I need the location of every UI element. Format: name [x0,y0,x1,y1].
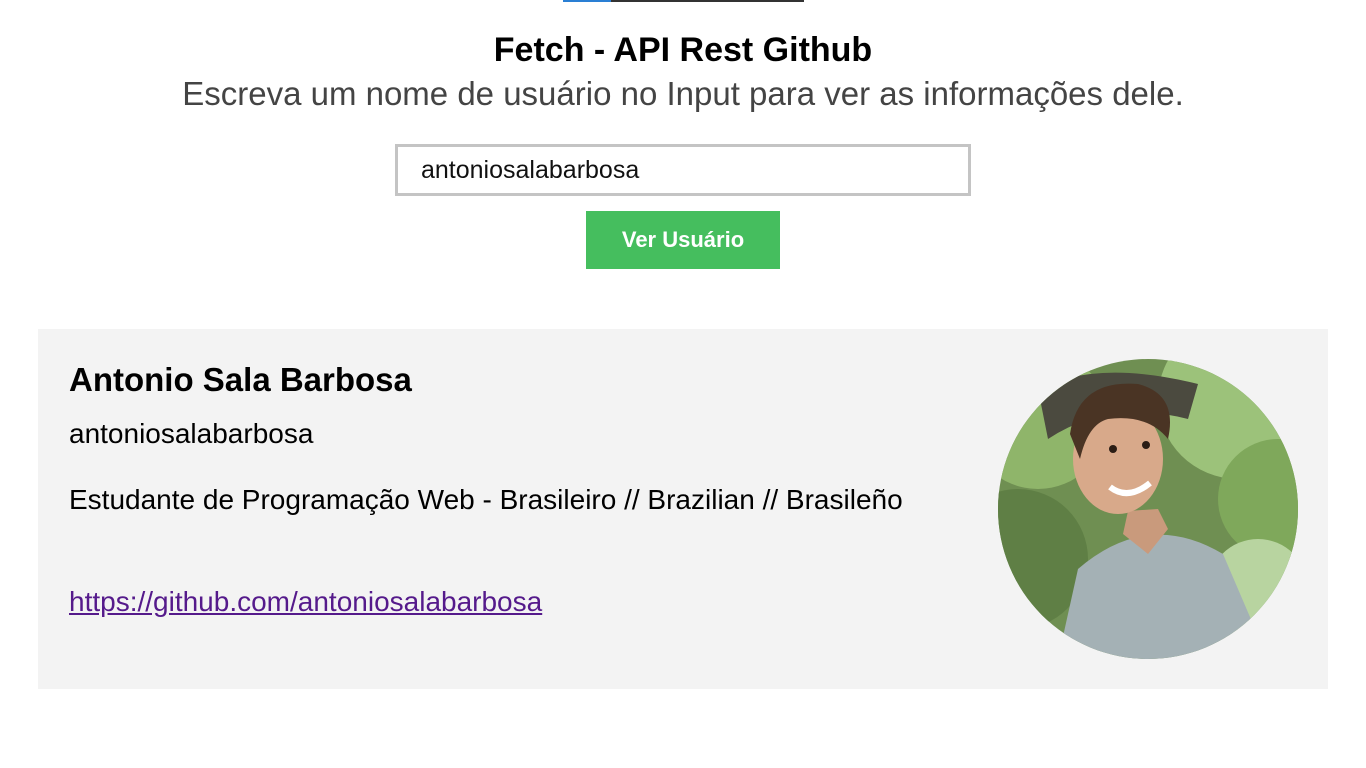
user-photo-icon [998,359,1298,659]
profile-card: Antonio Sala Barbosa antoniosalabarbosa … [38,329,1328,689]
top-divider-accent [563,0,611,2]
profile-name: Antonio Sala Barbosa [69,361,412,398]
profile-link[interactable]: https://github.com/antoniosalabarbosa [69,585,542,619]
profile-login: antoniosalabarbosa [69,418,314,449]
top-divider [563,0,804,2]
username-input[interactable] [395,144,971,196]
page-title: Fetch - API Rest Github [493,31,873,69]
page-subtitle: Escreva um nome de usuário no Input para… [182,75,1184,112]
avatar [998,359,1298,659]
view-user-button[interactable]: Ver Usuário [586,211,780,269]
profile-bio: Estudante de Programação Web - Brasileir… [69,484,903,515]
